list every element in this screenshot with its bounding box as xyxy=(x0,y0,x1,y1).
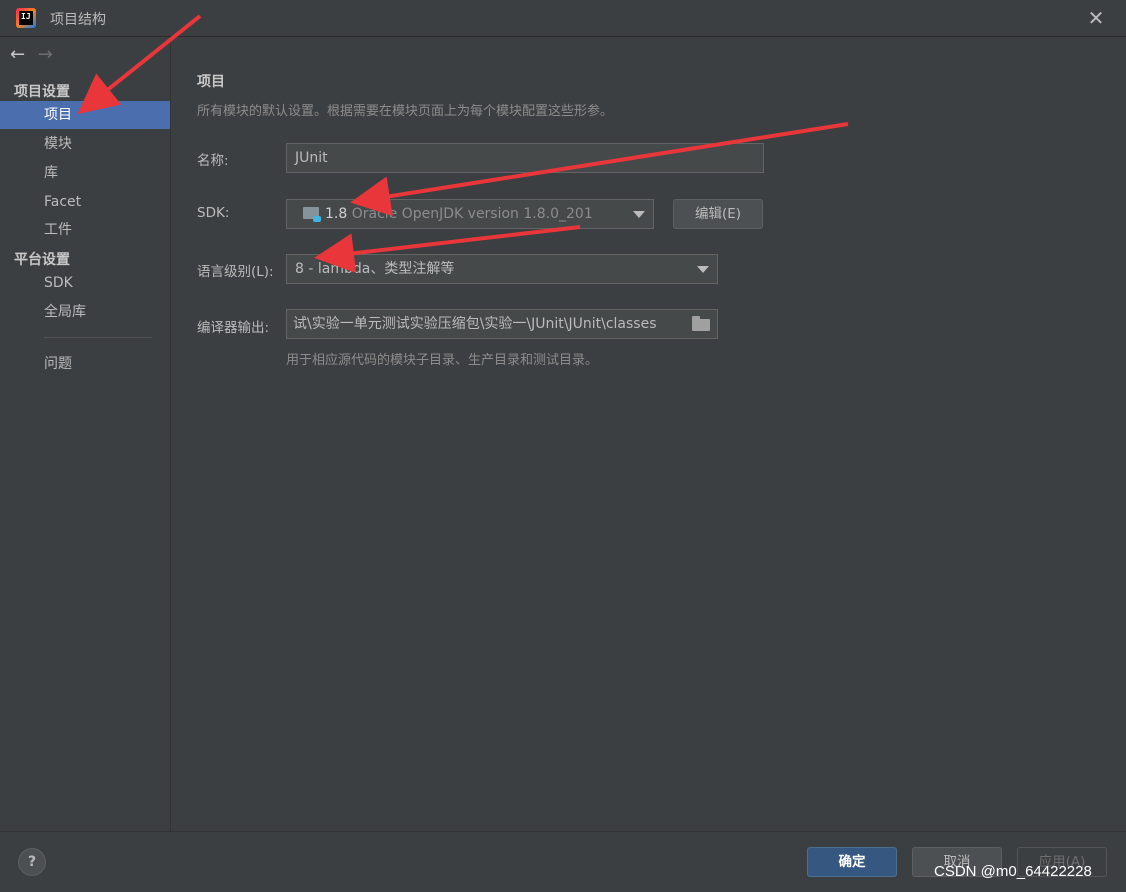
csdn-watermark: CSDN @m0_64422228 xyxy=(934,863,1092,880)
nav-arrows: ← → xyxy=(10,44,60,65)
sidebar-item-modules[interactable]: 模块 xyxy=(0,130,170,158)
sidebar-item-sdk[interactable]: SDK xyxy=(0,269,170,297)
sdk-edit-button[interactable]: 编辑(E) xyxy=(673,199,763,229)
project-settings-header: 项目设置 xyxy=(14,84,70,100)
sdk-label: SDK: xyxy=(197,205,230,221)
sidebar-item-libraries[interactable]: 库 xyxy=(0,159,170,187)
main-panel: 项目 所有模块的默认设置。根据需要在模块页面上为每个模块配置这些形参。 名称: … xyxy=(171,37,1126,831)
page-description: 所有模块的默认设置。根据需要在模块页面上为每个模块配置这些形参。 xyxy=(197,104,614,119)
compiler-output-hint: 用于相应源代码的模块子目录、生产目录和测试目录。 xyxy=(286,353,599,368)
sidebar-divider xyxy=(44,337,152,338)
language-level-label: 语言级别(L): xyxy=(197,264,274,280)
chevron-down-icon xyxy=(697,266,709,273)
intellij-logo-icon: IJ xyxy=(16,8,36,28)
chevron-down-icon xyxy=(633,211,645,218)
compiler-output-label: 编译器输出: xyxy=(197,320,270,336)
language-level-dropdown[interactable]: 8 - lambda、类型注解等 xyxy=(286,254,718,284)
footer-bar: ? 确定 取消 应用(A) xyxy=(0,831,1126,892)
title-bar: IJ 项目结构 ✕ xyxy=(0,0,1126,37)
sidebar-item-artifacts[interactable]: 工件 xyxy=(0,216,170,244)
sidebar: ← → 项目设置 项目 模块 库 Facet 工件 平台设置 SDK 全局库 问… xyxy=(0,37,171,831)
sidebar-item-problems[interactable]: 问题 xyxy=(0,350,170,378)
sdk-version: 1.8 xyxy=(325,206,348,222)
sidebar-item-project[interactable]: 项目 xyxy=(0,101,170,129)
sidebar-item-facet[interactable]: Facet xyxy=(0,188,170,216)
jdk-folder-icon xyxy=(303,207,321,222)
sdk-detail: Oracle OpenJDK version 1.8.0_201 xyxy=(351,206,593,222)
sdk-dropdown[interactable]: 1.8 Oracle OpenJDK version 1.8.0_201 xyxy=(286,199,654,229)
close-icon[interactable]: ✕ xyxy=(1084,6,1108,30)
compiler-output-field[interactable]: 试\实验一单元测试实验压缩包\实验一\JUnit\JUnit\classes xyxy=(286,309,718,339)
sidebar-item-global-libraries[interactable]: 全局库 xyxy=(0,298,170,326)
compiler-output-value: 试\实验一单元测试实验压缩包\实验一\JUnit\JUnit\classes xyxy=(293,316,657,332)
language-level-value: 8 - lambda、类型注解等 xyxy=(295,261,455,277)
name-label: 名称: xyxy=(197,153,229,169)
page-title: 项目 xyxy=(197,74,225,90)
help-button[interactable]: ? xyxy=(18,848,46,876)
back-arrow-icon[interactable]: ← xyxy=(10,44,32,65)
window-title: 项目结构 xyxy=(50,12,106,28)
platform-settings-header: 平台设置 xyxy=(14,252,70,268)
folder-browse-icon[interactable] xyxy=(692,316,710,331)
forward-arrow-icon: → xyxy=(37,44,53,65)
name-field[interactable]: JUnit xyxy=(286,143,764,173)
ok-button[interactable]: 确定 xyxy=(807,847,897,877)
